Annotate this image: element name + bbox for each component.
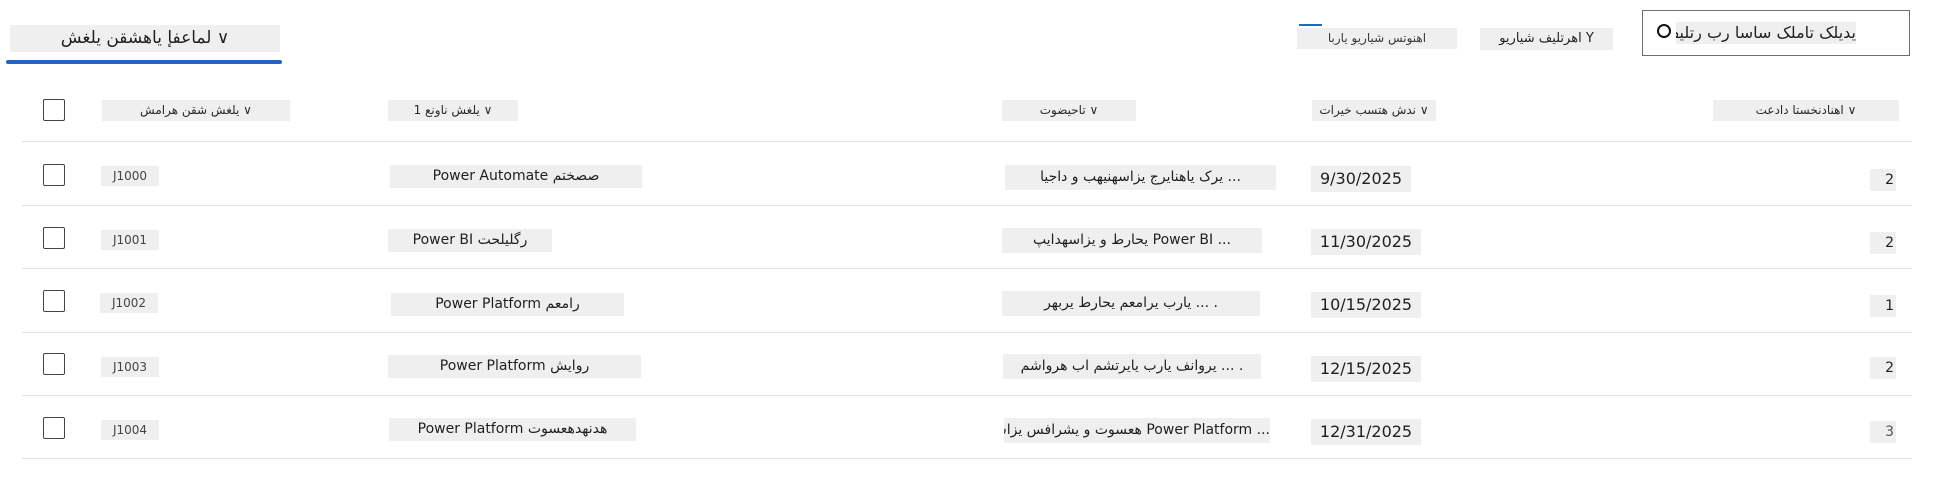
row-divider [22, 332, 1912, 333]
edit-filters-button[interactable]: اهرتلیف شیاریو Y [1480, 28, 1613, 50]
row-date: 12/15/2025 [1311, 356, 1421, 382]
show-columns-button[interactable]: اهنوتس شیاریو یاربا [1297, 28, 1457, 49]
row-id[interactable]: J1004 [101, 420, 159, 440]
tab-job-positions[interactable]: لماعفإ یاهشقن یلغش ∨ [10, 25, 280, 52]
row-divider [22, 205, 1912, 206]
row-title[interactable]: Power BI رگلیلحت [388, 229, 552, 252]
row-divider [22, 395, 1912, 396]
row-divider [22, 268, 1912, 269]
show-columns-accent [1299, 24, 1322, 26]
row-id[interactable]: J1003 [101, 357, 159, 377]
row-description: . ... یروانف یارب یایرتشم اب هرواشم [1003, 354, 1261, 379]
row-priority: 2 [1870, 232, 1896, 254]
row-title[interactable]: Power Platform روایش [388, 355, 641, 378]
active-tab-indicator [6, 60, 282, 64]
search-input[interactable]: یدیلک تاملک ساسا رب رتلیف O [1676, 22, 1856, 44]
row-id[interactable]: J1001 [101, 230, 159, 250]
row-description: ... Power BI یحارط و یزاسهدایپ [1002, 228, 1262, 253]
column-header-title[interactable]: یلغش ناونع 1 ∨ [388, 100, 518, 121]
row-checkbox[interactable] [43, 164, 65, 186]
row-checkbox[interactable] [43, 417, 65, 439]
row-date: 9/30/2025 [1311, 166, 1411, 192]
row-date: 10/15/2025 [1311, 292, 1421, 318]
row-description: . ... یارب یرامعم یحارط یربهر [1002, 291, 1260, 316]
row-id[interactable]: J1002 [100, 293, 158, 313]
search-icon [1657, 24, 1671, 38]
row-title[interactable]: Power Platform هدنهدهعسوت [389, 418, 636, 441]
column-header-type[interactable]: یلغش شقن هرامش ∨ [102, 100, 290, 121]
column-header-description[interactable]: تاحیضوت ∨ [1002, 100, 1136, 121]
row-divider [22, 458, 1912, 459]
row-description: ... Power Platform هعسوت و یشرافس یزاس [1004, 418, 1270, 443]
row-date: 11/30/2025 [1311, 229, 1421, 255]
row-id[interactable]: J1000 [101, 166, 159, 186]
row-priority: 2 [1870, 357, 1896, 379]
row-checkbox[interactable] [43, 227, 65, 249]
column-header-date[interactable]: ندش هتسب خیرات ∨ [1312, 100, 1436, 121]
row-priority: 1 [1870, 295, 1896, 317]
row-date: 12/31/2025 [1311, 419, 1421, 445]
row-priority: 2 [1870, 169, 1896, 191]
column-header-priority[interactable]: اهنادنخستا دادعت ∨ [1713, 100, 1899, 121]
row-title[interactable]: Power Automate صصختم [390, 165, 642, 188]
row-title[interactable]: Power Platform رامعم [391, 293, 624, 316]
header-divider [22, 141, 1912, 142]
row-checkbox[interactable] [43, 290, 65, 312]
select-all-checkbox[interactable] [43, 99, 65, 121]
row-priority: 3 [1870, 421, 1896, 443]
row-checkbox[interactable] [43, 353, 65, 375]
row-description: ... یرک یاهنایرج یزاسهنیهب و داجیا [1005, 165, 1276, 190]
